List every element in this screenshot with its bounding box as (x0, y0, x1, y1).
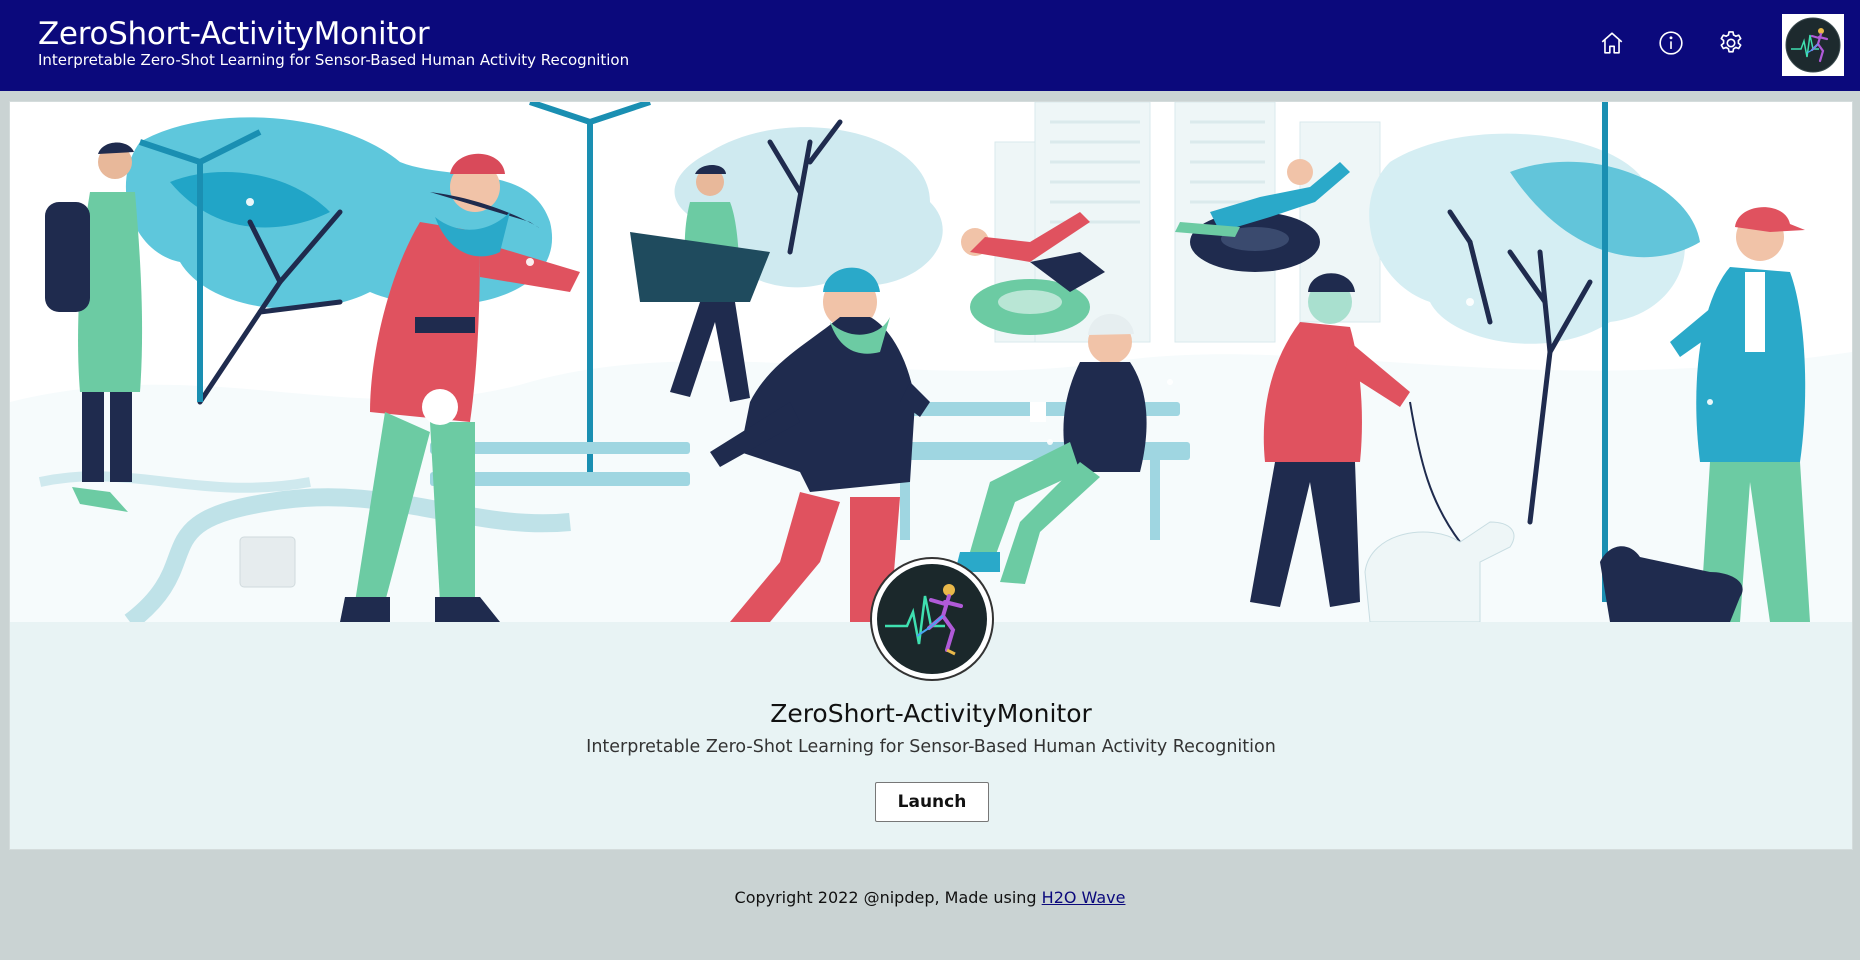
profile-title: ZeroShort-ActivityMonitor (770, 699, 1092, 728)
app-subtitle: Interpretable Zero-Shot Learning for Sen… (38, 51, 630, 69)
main-card: ZeroShort-ActivityMonitor Interpretable … (9, 101, 1853, 850)
h2o-wave-link[interactable]: H2O Wave (1042, 888, 1126, 907)
hero-illustration (10, 102, 1852, 622)
user-avatar[interactable] (1782, 14, 1844, 76)
footer: Copyright 2022 @nipdep, Made using H2O W… (0, 888, 1860, 907)
home-icon[interactable] (1597, 28, 1627, 58)
footer-text: Copyright 2022 @nipdep, Made using (734, 888, 1042, 907)
profile-subtitle: Interpretable Zero-Shot Learning for Sen… (586, 737, 1276, 757)
header-bar: ZeroShort-ActivityMonitor Interpretable … (0, 0, 1860, 91)
settings-icon[interactable] (1716, 28, 1746, 58)
profile-avatar (870, 557, 994, 681)
app-title: ZeroShort-ActivityMonitor (38, 16, 430, 52)
launch-button[interactable]: Launch (875, 782, 989, 822)
snow-tile (239, 536, 296, 588)
info-icon[interactable] (1656, 28, 1686, 58)
